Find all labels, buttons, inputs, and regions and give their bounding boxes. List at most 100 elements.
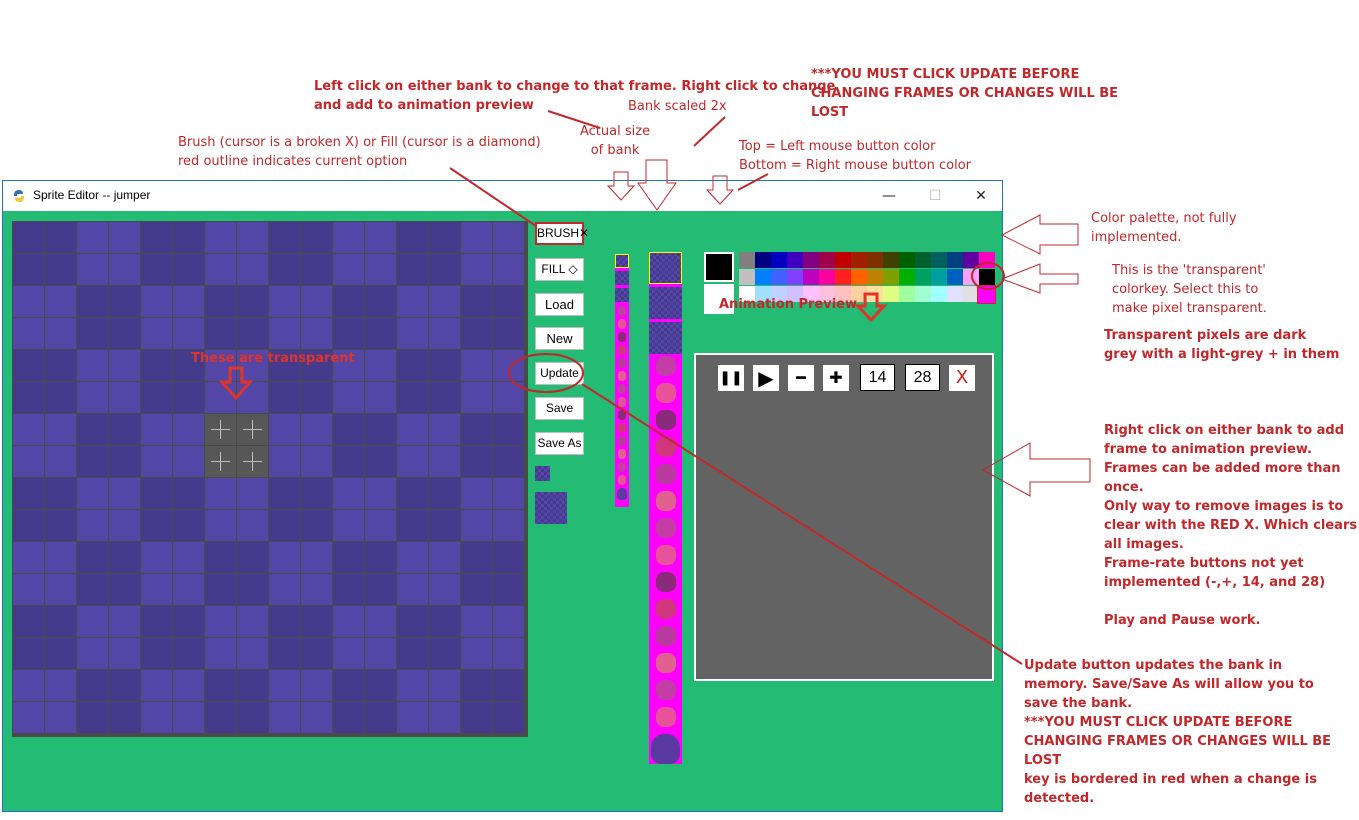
- canvas-pixel[interactable]: [45, 638, 76, 669]
- canvas-pixel[interactable]: [77, 254, 108, 285]
- framerate-minus-button[interactable]: ━: [788, 365, 814, 391]
- canvas-pixel[interactable]: [141, 446, 172, 477]
- framerate-28-button[interactable]: 28: [905, 364, 940, 391]
- canvas-pixel[interactable]: [237, 574, 268, 605]
- canvas-pixel[interactable]: [397, 350, 428, 381]
- canvas-pixel[interactable]: [333, 254, 364, 285]
- bank-frame-sprite[interactable]: [656, 383, 676, 403]
- canvas-pixel[interactable]: [365, 574, 396, 605]
- canvas-pixel[interactable]: [493, 510, 524, 541]
- pixel-canvas[interactable]: [12, 221, 528, 737]
- canvas-pixel[interactable]: [301, 478, 332, 509]
- canvas-pixel[interactable]: [13, 574, 44, 605]
- canvas-pixel[interactable]: [397, 286, 428, 317]
- canvas-pixel[interactable]: [269, 606, 300, 637]
- canvas-pixel[interactable]: [13, 286, 44, 317]
- bank-frame-sprite[interactable]: [618, 358, 626, 368]
- canvas-pixel[interactable]: [45, 542, 76, 573]
- palette-color-swatch[interactable]: [771, 252, 787, 268]
- canvas-pixel[interactable]: [429, 670, 460, 701]
- canvas-pixel[interactable]: [269, 446, 300, 477]
- canvas-pixel[interactable]: [45, 350, 76, 381]
- canvas-pixel[interactable]: [141, 670, 172, 701]
- canvas-pixel[interactable]: [365, 318, 396, 349]
- bank-frame-sprite[interactable]: [656, 545, 676, 565]
- canvas-pixel[interactable]: [397, 318, 428, 349]
- canvas-pixel[interactable]: [109, 478, 140, 509]
- canvas-pixel[interactable]: [109, 542, 140, 573]
- canvas-pixel[interactable]: [237, 286, 268, 317]
- bank-frame-sprite[interactable]: [618, 345, 626, 355]
- canvas-pixel[interactable]: [333, 510, 364, 541]
- bank-actual-size[interactable]: [615, 254, 629, 507]
- canvas-pixel[interactable]: [461, 254, 492, 285]
- palette-color-swatch[interactable]: [819, 252, 835, 268]
- canvas-pixel[interactable]: [301, 286, 332, 317]
- canvas-pixel[interactable]: [109, 574, 140, 605]
- canvas-pixel[interactable]: [205, 254, 236, 285]
- minimize-button[interactable]: —: [866, 181, 912, 211]
- canvas-pixel[interactable]: [77, 670, 108, 701]
- pause-button[interactable]: ❚❚: [718, 365, 744, 391]
- canvas-pixel[interactable]: [365, 414, 396, 445]
- canvas-pixel[interactable]: [269, 670, 300, 701]
- canvas-pixel[interactable]: [333, 222, 364, 253]
- canvas-pixel[interactable]: [429, 286, 460, 317]
- canvas-pixel[interactable]: [45, 382, 76, 413]
- canvas-pixel[interactable]: [461, 222, 492, 253]
- canvas-pixel[interactable]: [45, 222, 76, 253]
- canvas-pixel[interactable]: [109, 318, 140, 349]
- canvas-pixel[interactable]: [269, 318, 300, 349]
- canvas-pixel[interactable]: [109, 286, 140, 317]
- palette-color-swatch[interactable]: [979, 252, 995, 268]
- canvas-pixel[interactable]: [237, 318, 268, 349]
- canvas-pixel[interactable]: [13, 478, 44, 509]
- canvas-pixel[interactable]: [397, 574, 428, 605]
- canvas-pixel[interactable]: [493, 478, 524, 509]
- bank-frame-sprite[interactable]: [656, 626, 676, 646]
- canvas-pixel[interactable]: [333, 542, 364, 573]
- palette-color-swatch[interactable]: [867, 286, 883, 302]
- canvas-pixel[interactable]: [205, 606, 236, 637]
- canvas-pixel[interactable]: [205, 286, 236, 317]
- canvas-pixel[interactable]: [45, 414, 76, 445]
- canvas-pixel[interactable]: [173, 542, 204, 573]
- canvas-pixel[interactable]: [269, 414, 300, 445]
- canvas-pixel[interactable]: [13, 702, 44, 733]
- canvas-pixel[interactable]: [237, 638, 268, 669]
- canvas-pixel[interactable]: [365, 286, 396, 317]
- canvas-pixel[interactable]: [397, 382, 428, 413]
- palette-color-swatch[interactable]: [787, 269, 803, 285]
- canvas-pixel[interactable]: [269, 286, 300, 317]
- brush-button[interactable]: BRUSH✕: [535, 222, 589, 245]
- canvas-pixel[interactable]: [397, 670, 428, 701]
- canvas-pixel[interactable]: [141, 222, 172, 253]
- palette-color-swatch[interactable]: [803, 252, 819, 268]
- canvas-pixel[interactable]: [173, 670, 204, 701]
- canvas-pixel[interactable]: [13, 606, 44, 637]
- palette-color-swatch[interactable]: [819, 269, 835, 285]
- canvas-pixel[interactable]: [237, 254, 268, 285]
- canvas-pixel[interactable]: [109, 382, 140, 413]
- canvas-pixel[interactable]: [429, 222, 460, 253]
- bank-frame-sprite[interactable]: [656, 491, 676, 511]
- canvas-pixel[interactable]: [45, 318, 76, 349]
- canvas-pixel[interactable]: [333, 638, 364, 669]
- canvas-pixel[interactable]: [429, 702, 460, 733]
- palette-color-swatch[interactable]: [947, 252, 963, 268]
- canvas-pixel[interactable]: [301, 254, 332, 285]
- bank-frame-sprite[interactable]: [618, 436, 626, 446]
- canvas-pixel[interactable]: [77, 702, 108, 733]
- palette-color-swatch[interactable]: [835, 252, 851, 268]
- canvas-pixel[interactable]: [269, 382, 300, 413]
- palette-color-swatch[interactable]: [915, 269, 931, 285]
- canvas-pixel[interactable]: [429, 414, 460, 445]
- canvas-pixel[interactable]: [493, 606, 524, 637]
- canvas-pixel[interactable]: [493, 350, 524, 381]
- canvas-pixel[interactable]: [109, 414, 140, 445]
- canvas-pixel[interactable]: [13, 542, 44, 573]
- load-button[interactable]: Load: [535, 293, 584, 316]
- canvas-pixel[interactable]: [109, 638, 140, 669]
- canvas-pixel[interactable]: [77, 542, 108, 573]
- canvas-pixel[interactable]: [13, 446, 44, 477]
